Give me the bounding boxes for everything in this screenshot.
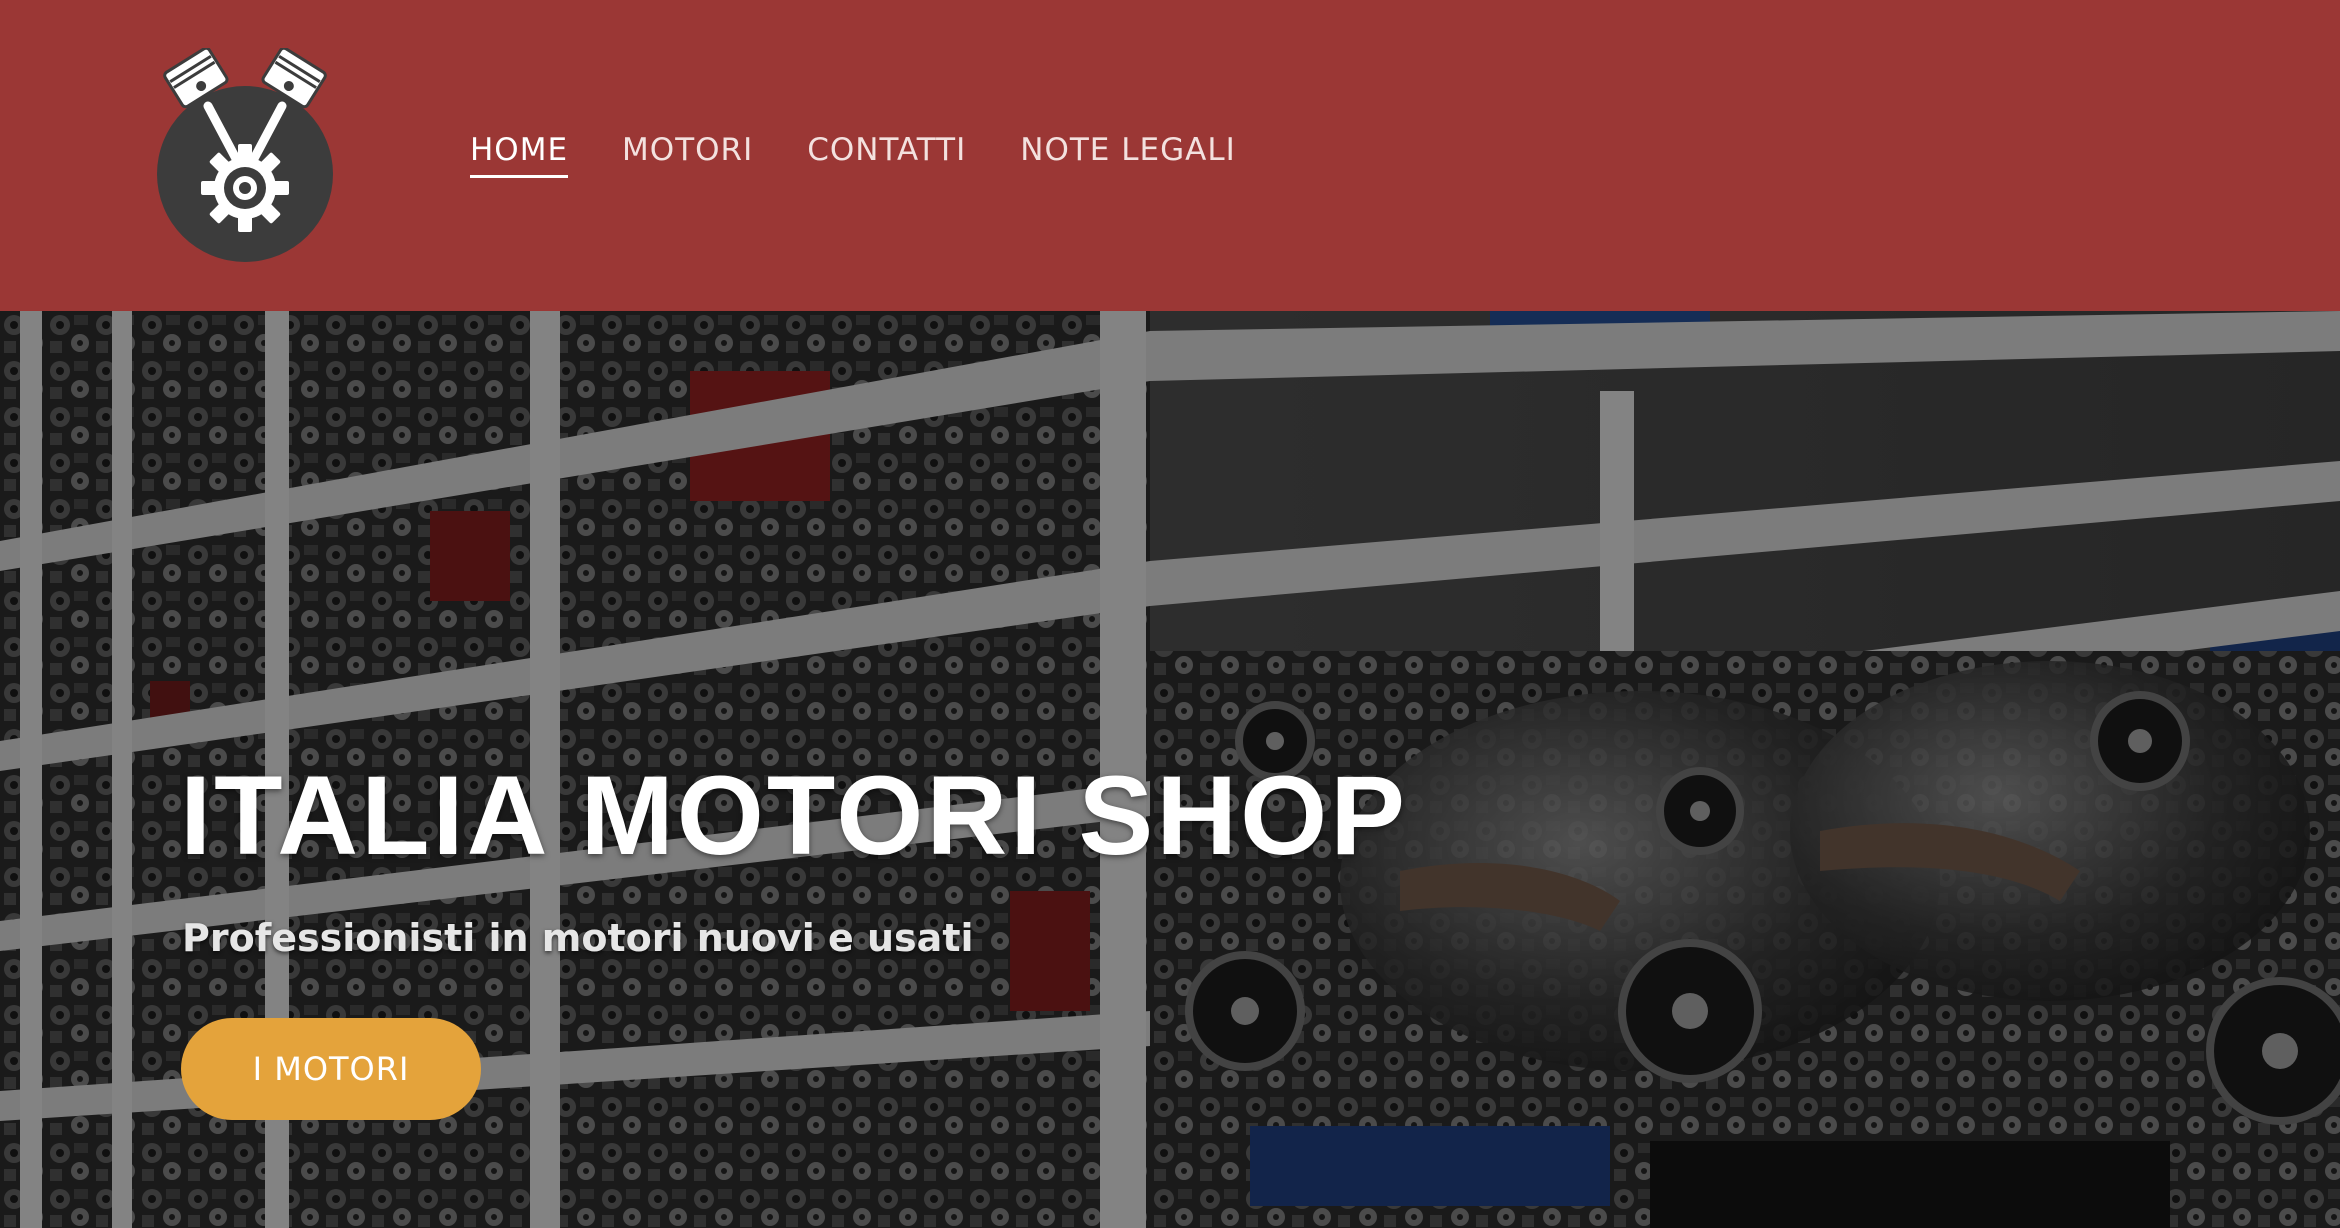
- engine-logo-icon[interactable]: [150, 48, 340, 263]
- nav-item-note-legali[interactable]: NOTE LEGALI: [1020, 132, 1235, 178]
- site-header: HOME MOTORI CONTATTI NOTE LEGALI: [0, 0, 2340, 311]
- hero-title: ITALIA MOTORI SHOP: [180, 753, 1408, 878]
- nav-item-contatti[interactable]: CONTATTI: [807, 132, 966, 178]
- hero-section: ITALIA MOTORI SHOP Professionisti in mot…: [0, 311, 2340, 1228]
- nav-item-motori[interactable]: MOTORI: [622, 132, 753, 178]
- nav-item-home[interactable]: HOME: [470, 132, 569, 178]
- main-nav: HOME MOTORI CONTATTI NOTE LEGALI: [470, 132, 1236, 178]
- hero-subtitle: Professionisti in motori nuovi e usati: [182, 916, 974, 960]
- i-motori-button[interactable]: I MOTORI: [181, 1018, 481, 1120]
